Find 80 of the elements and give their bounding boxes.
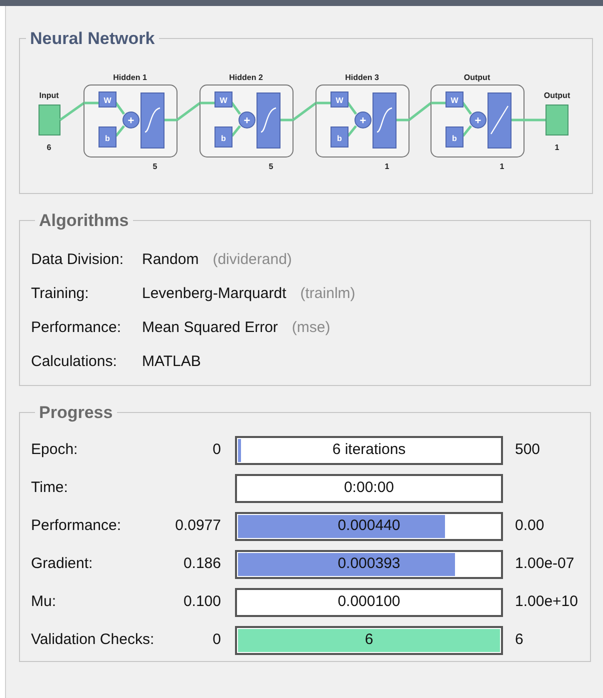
progress-label: Gradient: (31, 554, 94, 574)
algorithm-value: Levenberg-Marquardt (142, 284, 286, 304)
transfer-block (488, 92, 512, 148)
start-value: 0 (212, 630, 221, 650)
end-value: 1.00e+10 (515, 592, 578, 612)
function-name: (mse) (292, 318, 330, 338)
bar-value: 6 (364, 630, 374, 650)
algorithm-label: Training: (31, 284, 90, 304)
algorithm-value: Random (142, 250, 199, 270)
end-value: 500 (515, 440, 540, 460)
sum-symbol: + (244, 114, 250, 126)
end-value: 1.00e-07 (515, 554, 574, 574)
function-name: (trainlm) (300, 284, 356, 304)
section-title: Algorithms (38, 210, 130, 232)
bar-value: 6 iterations (331, 440, 407, 460)
algorithm-label: Calculations: (31, 352, 118, 372)
bias-label: b (105, 134, 110, 142)
sum-symbol: + (360, 114, 366, 126)
end-value: 6 (515, 630, 524, 650)
section-title: Neural Network (29, 28, 156, 50)
bias-block (446, 126, 464, 147)
weight-label: W (220, 96, 228, 104)
layer-title: Hidden 2 (229, 72, 263, 82)
weight-label: W (450, 96, 458, 104)
layer-size: 5 (152, 162, 158, 170)
output-size: 1 (554, 142, 560, 152)
algorithm-label: Performance: (31, 318, 122, 338)
progress-label: Mu: (31, 592, 58, 612)
sum-node (354, 111, 372, 128)
sum-node (238, 111, 256, 128)
progress-label: Performance: (31, 516, 122, 536)
algorithm-value: Mean Squared Error (142, 318, 278, 338)
bar-value: 0.000440 (336, 516, 402, 536)
sum-node (122, 111, 140, 128)
weight-label: W (104, 96, 112, 104)
progress-label: Epoch: (31, 440, 79, 460)
linear-line-icon (490, 105, 509, 134)
sum-node (470, 111, 486, 128)
weight-block (214, 91, 232, 107)
start-value: 0.100 (183, 592, 221, 612)
start-value: 0 (212, 440, 221, 460)
progress-label: Validation Checks: (31, 630, 156, 650)
layer-size: 1 (384, 162, 390, 170)
transfer-block (140, 92, 164, 148)
weight-block (98, 91, 116, 107)
bias-block (330, 126, 348, 147)
section-title: Progress (38, 402, 114, 424)
function-name: (dividerand) (212, 250, 292, 270)
bias-block (98, 126, 116, 147)
weight-block (446, 91, 464, 107)
layer-size: 1 (500, 162, 504, 170)
layer-title: Hidden 3 (345, 72, 379, 82)
sigmoid-curve-icon (376, 106, 392, 132)
input-node (38, 104, 60, 135)
bias-label: b (221, 134, 226, 142)
weight-block (330, 91, 348, 107)
transfer-block (256, 92, 280, 148)
start-value: 0.0977 (175, 516, 221, 536)
sum-symbol: + (128, 114, 134, 126)
start-value: 0.186 (183, 554, 221, 574)
bar-value: 0.000393 (336, 554, 402, 574)
bias-label: b (337, 134, 342, 142)
algorithm-value: MATLAB (142, 352, 201, 372)
transfer-block (372, 92, 396, 148)
output-label: Output (544, 90, 570, 100)
layer-title: Hidden 1 (113, 72, 147, 82)
progress-label: Time: (31, 478, 69, 498)
sum-symbol: + (474, 114, 482, 126)
end-value: 0.00 (515, 516, 544, 536)
sigmoid-curve-icon (260, 106, 276, 132)
input-size: 6 (46, 142, 52, 152)
input-label: Input (39, 90, 59, 100)
algorithm-label: Data Division: (31, 250, 125, 270)
layer-title: Output (464, 72, 490, 82)
bias-label: b (452, 134, 457, 142)
layer-size: 5 (268, 162, 274, 170)
output-node (546, 104, 568, 135)
weight-label: W (336, 96, 344, 104)
sigmoid-curve-icon (144, 106, 160, 132)
bias-block (214, 126, 232, 147)
